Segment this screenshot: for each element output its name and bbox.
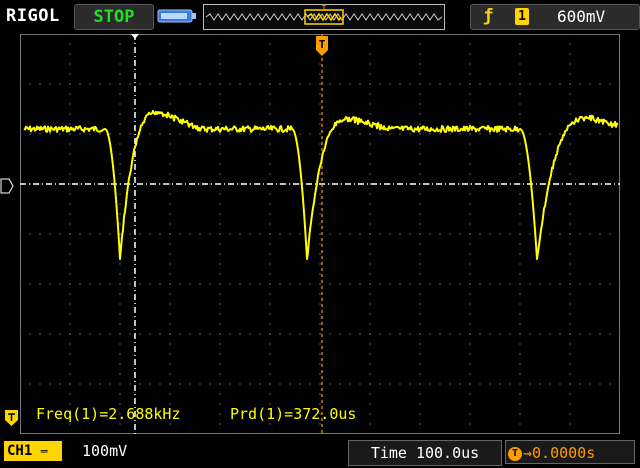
trigger-settings[interactable]: ƒ 1 600mV <box>470 4 640 30</box>
channel1-button[interactable]: CH1 ═ <box>4 441 62 461</box>
channel1-ground-marker[interactable] <box>5 410 18 426</box>
time-label: Time <box>370 444 407 462</box>
channel-offset-marker[interactable] <box>0 178 14 194</box>
trigger-offset-value: 0.0000s <box>532 444 596 462</box>
trigger-level: 600mV <box>557 7 606 26</box>
dc-coupling-icon: ═ <box>40 445 48 458</box>
timebase-control[interactable]: Time 100.0us <box>348 440 502 466</box>
brand-logo: RIGOL <box>6 6 60 26</box>
oscilloscope-screen[interactable]: T Freq(1)=2.688kHz Prd(1)=372.0us <box>20 34 620 434</box>
run-stop-indicator[interactable]: STOP <box>74 4 154 30</box>
period-measurement: Prd(1)=372.0us <box>230 405 356 423</box>
waveform-memory-timeline[interactable]: T <box>203 4 445 30</box>
rising-edge-icon: ƒ <box>483 6 494 26</box>
status-bar: RIGOL STOP T ƒ 1 600mV <box>0 0 640 34</box>
timebase-value: 100.0us <box>415 444 480 462</box>
channel1-label: CH1 <box>7 443 33 459</box>
bottom-status-bar: CH1 ═ 100mV Time 100.0us T →0.0000s <box>0 436 640 468</box>
channel1-vertical-scale[interactable]: 100mV <box>82 442 127 460</box>
memory-depth-icon <box>157 9 196 23</box>
offset-arrow-icon: → <box>523 444 533 462</box>
svg-text:T: T <box>322 4 327 13</box>
frequency-measurement: Freq(1)=2.688kHz <box>36 405 181 423</box>
trigger-source: 1 <box>515 8 529 25</box>
trigger-offset-control[interactable]: T →0.0000s <box>505 440 635 464</box>
trigger-marker-label: T <box>319 38 326 51</box>
trigger-offset-icon: T <box>508 446 522 461</box>
